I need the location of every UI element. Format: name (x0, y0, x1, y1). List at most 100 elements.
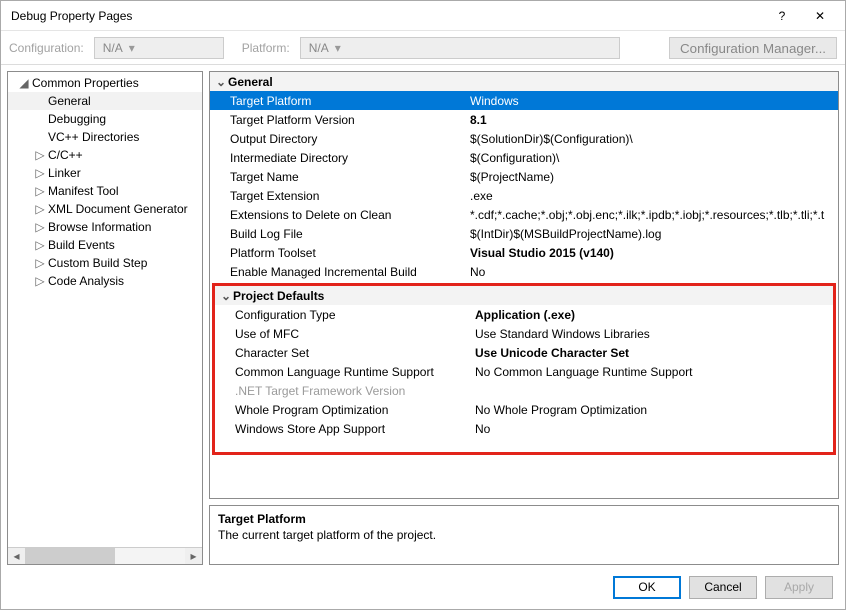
property-name: Common Language Runtime Support (235, 365, 475, 379)
property-name: Target Platform (230, 94, 470, 108)
tree-item-label: General (48, 94, 91, 108)
expander-closed-icon: ▷ (34, 274, 46, 288)
property-name: Target Extension (230, 189, 470, 203)
property-name: Build Log File (230, 227, 470, 241)
tree-item-c-cpp[interactable]: ▷ C/C++ (8, 146, 202, 164)
tree-item-label: C/C++ (48, 148, 83, 162)
property-value: $(IntDir)$(MSBuildProjectName).log (470, 227, 838, 241)
tree-item-code-analysis[interactable]: ▷ Code Analysis (8, 272, 202, 290)
property-value: $(SolutionDir)$(Configuration)\ (470, 132, 838, 146)
grid-row[interactable]: .NET Target Framework Version (215, 381, 833, 400)
tree-item-label: Manifest Tool (48, 184, 118, 198)
grid-row[interactable]: Use of MFC Use Standard Windows Librarie… (215, 324, 833, 343)
property-name: Platform Toolset (230, 246, 470, 260)
chevron-down-icon: ⌄ (219, 289, 233, 303)
property-name: Target Name (230, 170, 470, 184)
property-name: Windows Store App Support (235, 422, 475, 436)
tree-item-label: Custom Build Step (48, 256, 147, 270)
grid-row[interactable]: Target Extension .exe (210, 186, 838, 205)
grid-row[interactable]: Whole Program Optimization No Whole Prog… (215, 400, 833, 419)
tree-horizontal-scrollbar[interactable]: ◂ ▸ (8, 547, 202, 564)
grid-row[interactable]: Target Platform Version 8.1 (210, 110, 838, 129)
ok-button[interactable]: OK (613, 576, 681, 599)
property-value: No (470, 265, 838, 279)
titlebar: Debug Property Pages ? ✕ (1, 1, 845, 31)
cancel-button[interactable]: Cancel (689, 576, 757, 599)
help-button[interactable]: ? (763, 2, 801, 30)
group-header-general[interactable]: ⌄ General (210, 72, 838, 91)
grid-row[interactable]: Platform Toolset Visual Studio 2015 (v14… (210, 243, 838, 262)
tree-item-build-events[interactable]: ▷ Build Events (8, 236, 202, 254)
chevron-down-icon: ⌄ (214, 75, 228, 89)
tree-item-label: Debugging (48, 112, 106, 126)
grid-row[interactable]: Common Language Runtime Support No Commo… (215, 362, 833, 381)
configuration-label: Configuration: (9, 41, 88, 55)
property-value: $(ProjectName) (470, 170, 838, 184)
group-header-project-defaults[interactable]: ⌄ Project Defaults (215, 286, 833, 305)
expander-closed-icon: ▷ (34, 202, 46, 216)
description-panel: Target Platform The current target platf… (209, 505, 839, 565)
tree-item-xml-doc-gen[interactable]: ▷ XML Document Generator (8, 200, 202, 218)
tree-root-label: Common Properties (32, 76, 139, 90)
close-button[interactable]: ✕ (801, 2, 839, 30)
expander-closed-icon: ▷ (34, 238, 46, 252)
tree-item-debugging[interactable]: Debugging (8, 110, 202, 128)
grid-row[interactable]: Target Platform Windows (210, 91, 838, 110)
tree-item-manifest-tool[interactable]: ▷ Manifest Tool (8, 182, 202, 200)
property-name: Extensions to Delete on Clean (230, 208, 470, 222)
scroll-thumb[interactable] (25, 548, 115, 564)
configuration-combo[interactable]: N/A ▾ (94, 37, 224, 59)
window-title: Debug Property Pages (11, 9, 763, 23)
tree-item-label: XML Document Generator (48, 202, 188, 216)
grid-row[interactable]: Build Log File $(IntDir)$(MSBuildProject… (210, 224, 838, 243)
grid-row[interactable]: Character Set Use Unicode Character Set (215, 343, 833, 362)
scroll-left-icon[interactable]: ◂ (8, 548, 25, 564)
property-name: Intermediate Directory (230, 151, 470, 165)
tree-item-custom-build-step[interactable]: ▷ Custom Build Step (8, 254, 202, 272)
property-grid[interactable]: ⌄ General Target Platform Windows Target… (209, 71, 839, 499)
expander-open-icon: ◢ (18, 76, 30, 90)
scroll-track[interactable] (115, 548, 185, 564)
property-value: $(Configuration)\ (470, 151, 838, 165)
property-value: Windows (470, 94, 838, 108)
grid-row[interactable]: Intermediate Directory $(Configuration)\ (210, 148, 838, 167)
configuration-value: N/A (103, 41, 123, 55)
scroll-right-icon[interactable]: ▸ (185, 548, 202, 564)
expander-closed-icon: ▷ (34, 220, 46, 234)
tree-item-vcdirectories[interactable]: VC++ Directories (8, 128, 202, 146)
property-value: *.cdf;*.cache;*.obj;*.obj.enc;*.ilk;*.ip… (470, 208, 838, 222)
configuration-manager-button[interactable]: Configuration Manager... (669, 37, 837, 59)
expander-closed-icon: ▷ (34, 148, 46, 162)
property-value: 8.1 (470, 113, 838, 127)
apply-button[interactable]: Apply (765, 576, 833, 599)
grid-row[interactable]: Output Directory $(SolutionDir)$(Configu… (210, 129, 838, 148)
grid-row[interactable]: Windows Store App Support No (215, 419, 833, 438)
description-title: Target Platform (218, 512, 830, 526)
tree-item-label: Build Events (48, 238, 115, 252)
property-value: No (475, 422, 833, 436)
property-value: No Whole Program Optimization (475, 403, 833, 417)
expander-closed-icon: ▷ (34, 184, 46, 198)
tree-item-general[interactable]: General (8, 92, 202, 110)
tree-item-browse-info[interactable]: ▷ Browse Information (8, 218, 202, 236)
grid-row[interactable]: Configuration Type Application (.exe) (215, 305, 833, 324)
highlighted-section: ⌄ Project Defaults Configuration Type Ap… (212, 283, 836, 455)
grid-row[interactable]: Extensions to Delete on Clean *.cdf;*.ca… (210, 205, 838, 224)
property-value: Use Standard Windows Libraries (475, 327, 833, 341)
close-icon: ✕ (815, 9, 825, 23)
tree-item-label: Linker (48, 166, 81, 180)
property-value: Application (.exe) (475, 308, 833, 322)
grid-row[interactable]: Enable Managed Incremental Build No (210, 262, 838, 281)
group-header-label: Project Defaults (233, 289, 324, 303)
tree-root[interactable]: ◢ Common Properties (8, 74, 202, 92)
tree-item-linker[interactable]: ▷ Linker (8, 164, 202, 182)
grid-row[interactable]: Target Name $(ProjectName) (210, 167, 838, 186)
property-value: .exe (470, 189, 838, 203)
property-name: Configuration Type (235, 308, 475, 322)
expander-closed-icon: ▷ (34, 256, 46, 270)
platform-value: N/A (309, 41, 329, 55)
chevron-down-icon: ▾ (335, 41, 341, 55)
category-tree[interactable]: ◢ Common Properties General Debugging VC… (8, 72, 202, 547)
platform-combo[interactable]: N/A ▾ (300, 37, 620, 59)
property-value: Use Unicode Character Set (475, 346, 833, 360)
